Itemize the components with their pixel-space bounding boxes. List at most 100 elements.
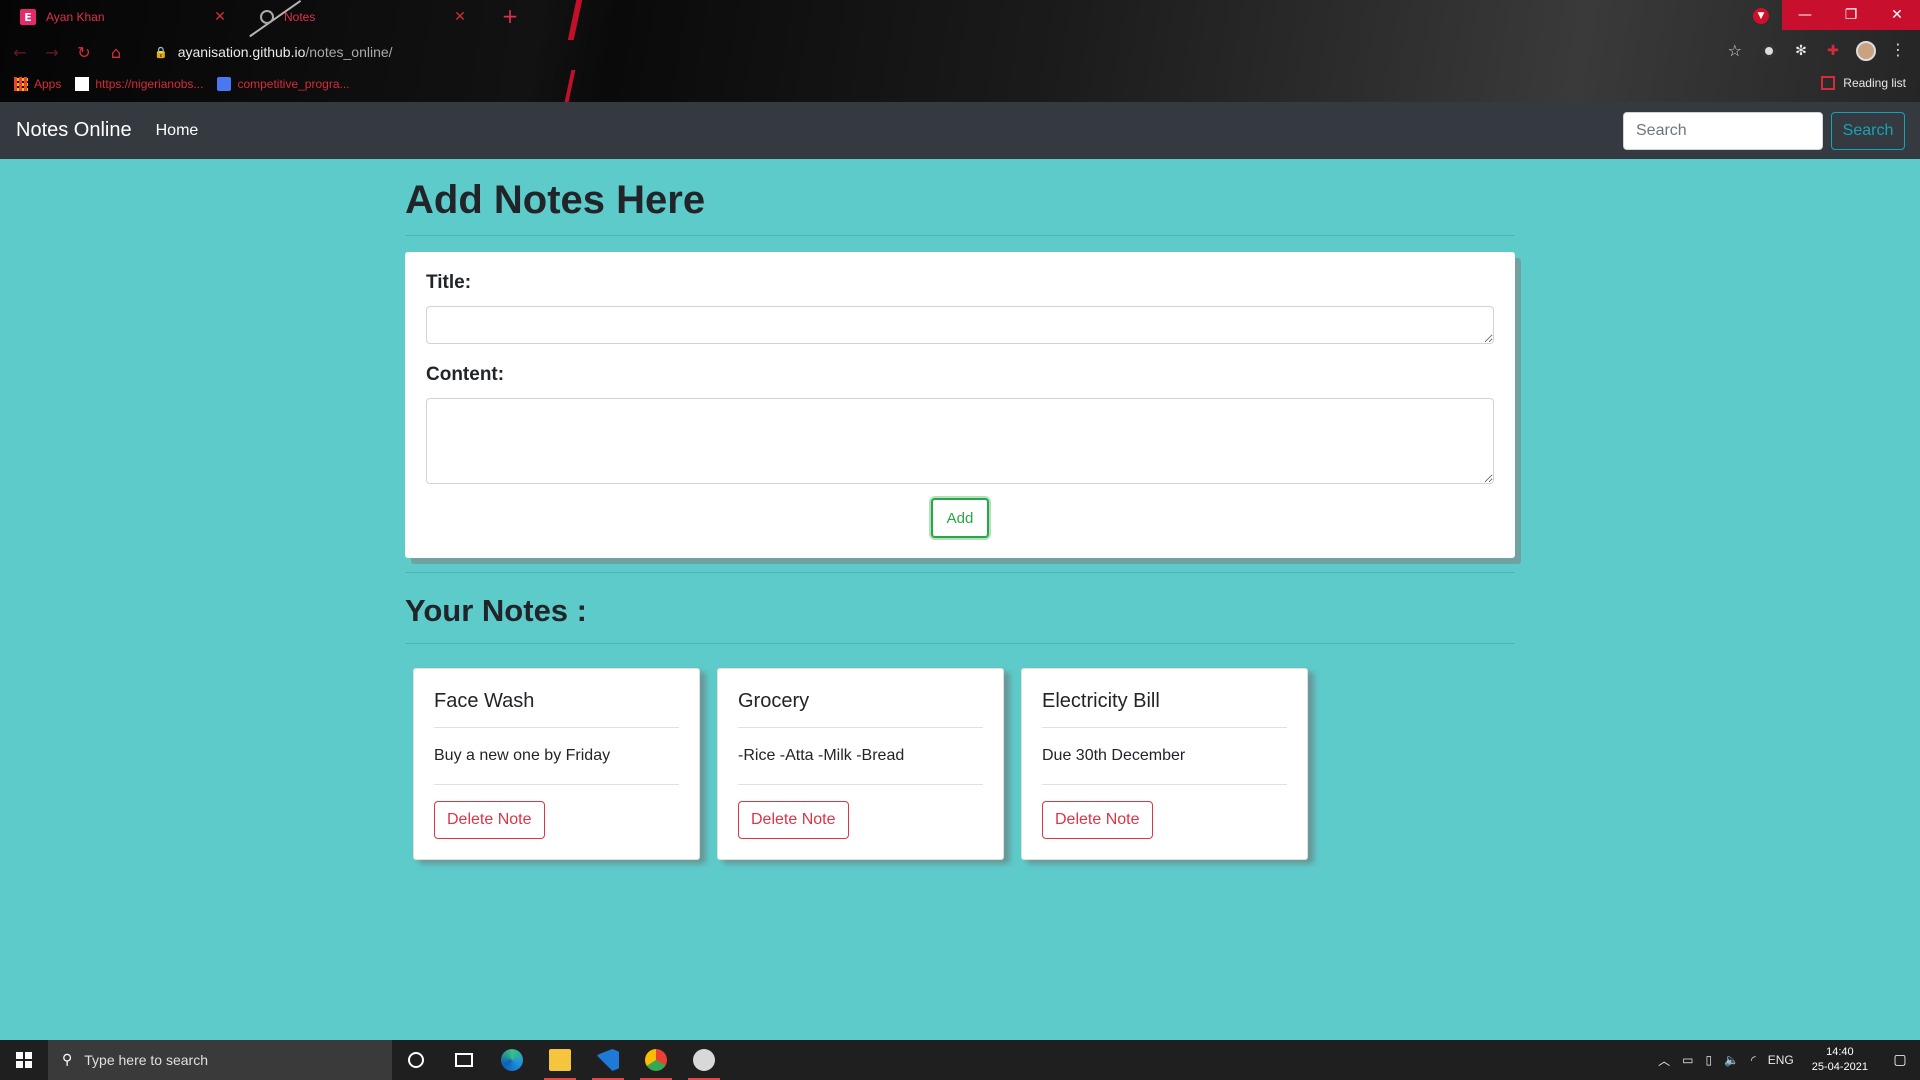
- taskbar-search-placeholder: Type here to search: [84, 1052, 209, 1068]
- clock[interactable]: 14:40 25-04-2021: [1812, 1045, 1868, 1075]
- taskbar: ⚲ Type here to search ︿ ▭ ▯ 🔈 ◜ ENG 14:4…: [0, 1040, 1920, 1080]
- edge-icon: [501, 1049, 523, 1071]
- divider: [405, 643, 1515, 644]
- note-text: -Rice -Atta -Milk -Bread: [738, 747, 905, 764]
- back-icon[interactable]: ←: [8, 40, 32, 64]
- download-icon[interactable]: ▼: [1753, 8, 1769, 24]
- lock-icon: 🔒: [154, 45, 168, 59]
- system-tray: ︿ ▭ ▯ 🔈 ◜ ENG 14:40 25-04-2021 ▢: [1652, 1040, 1920, 1080]
- note-text: Due 30th December: [1042, 747, 1186, 764]
- close-window-button[interactable]: ✕: [1874, 0, 1920, 30]
- chevron-up-icon[interactable]: ︿: [1658, 1052, 1670, 1069]
- menu-icon[interactable]: ⋮: [1890, 40, 1906, 59]
- task-view-button[interactable]: [440, 1040, 488, 1080]
- note-card: Electricity Bill Due 30th December Delet…: [1021, 668, 1308, 860]
- wifi-icon[interactable]: ◜: [1751, 1053, 1756, 1067]
- tab-ayan-khan[interactable]: E Ayan Khan ✕: [0, 0, 238, 34]
- cortana-button[interactable]: [392, 1040, 440, 1080]
- site-navbar: Notes Online Home Search: [0, 102, 1920, 159]
- search-button[interactable]: Search: [1831, 112, 1905, 150]
- gear-extension-icon[interactable]: ✻: [1792, 42, 1810, 60]
- reading-list-icon: [1821, 76, 1836, 90]
- divider: [405, 572, 1515, 573]
- nav-home-link[interactable]: Home: [156, 122, 199, 140]
- address-bar[interactable]: 🔒 ayanisation.github.io/notes_online/ ☆: [140, 38, 1750, 66]
- title-field[interactable]: [426, 306, 1494, 344]
- taskbar-search[interactable]: ⚲ Type here to search: [48, 1040, 392, 1080]
- divider: [1042, 727, 1287, 728]
- content-label: Content:: [426, 364, 505, 385]
- main-container: Add Notes Here Title: Content: Add Your …: [405, 159, 1515, 860]
- forward-icon[interactable]: →: [40, 40, 64, 64]
- avatar[interactable]: [1856, 41, 1876, 61]
- minimize-button[interactable]: —: [1782, 0, 1828, 30]
- clock-date: 25-04-2021: [1811, 1061, 1868, 1073]
- bookmark-label: https://nigerianobs...: [95, 77, 204, 91]
- device-icon[interactable]: ▯: [1705, 1053, 1712, 1067]
- delete-note-button[interactable]: Delete Note: [1042, 801, 1153, 839]
- search-input[interactable]: [1623, 112, 1823, 150]
- task-view-icon: [455, 1053, 473, 1067]
- folder-icon: [549, 1049, 571, 1071]
- clock-time: 14:40: [1826, 1046, 1854, 1058]
- brand[interactable]: Notes Online: [16, 119, 132, 142]
- apps-grid-icon: [14, 77, 28, 91]
- notes-list: Face Wash Buy a new one by Friday Delete…: [413, 668, 1515, 860]
- close-icon[interactable]: ✕: [212, 9, 228, 25]
- close-icon[interactable]: ✕: [452, 9, 468, 25]
- add-button-wrap: Add: [426, 498, 1494, 538]
- reading-list-button[interactable]: Reading list: [1821, 76, 1906, 90]
- chrome-button[interactable]: [632, 1040, 680, 1080]
- notes-heading: Your Notes :: [405, 593, 587, 628]
- note-card: Grocery -Rice -Atta -Milk -Bread Delete …: [717, 668, 1004, 860]
- edge-button[interactable]: [488, 1040, 536, 1080]
- tab-title: Notes: [284, 10, 316, 24]
- divider: [434, 784, 679, 785]
- notification-icon[interactable]: ▢: [1880, 1040, 1920, 1080]
- note-title: Electricity Bill: [1042, 690, 1160, 712]
- tab-bar: E Ayan Khan ✕ Notes ✕ +: [0, 0, 1920, 34]
- vscode-button[interactable]: [584, 1040, 632, 1080]
- browser-chrome: E Ayan Khan ✕ Notes ✕ + ▼ — ❐ ✕ ← → ↻ ⌂ …: [0, 0, 1920, 102]
- paint-button[interactable]: [680, 1040, 728, 1080]
- cortana-icon: [408, 1052, 424, 1068]
- tab-favicon: E: [20, 9, 36, 25]
- file-explorer-button[interactable]: [536, 1040, 584, 1080]
- bookmarks-bar: Apps https://nigerianobs... competitive_…: [0, 72, 1920, 96]
- reload-icon[interactable]: ↻: [72, 40, 96, 64]
- puzzle-icon[interactable]: ✚: [1824, 42, 1842, 60]
- url-host: ayanisation.github.io: [177, 44, 306, 60]
- delete-note-button[interactable]: Delete Note: [738, 801, 849, 839]
- battery-icon[interactable]: ▭: [1682, 1053, 1693, 1067]
- bookmark-favicon-icon: [75, 77, 90, 91]
- divider: [434, 727, 679, 728]
- bookmark-nigerianobs[interactable]: https://nigerianobs...: [75, 77, 203, 91]
- extension-icon[interactable]: [1760, 42, 1778, 60]
- delete-note-button[interactable]: Delete Note: [434, 801, 545, 839]
- new-tab-button[interactable]: +: [500, 6, 520, 27]
- window-controls: — ❐ ✕: [1782, 0, 1920, 30]
- divider: [1042, 784, 1287, 785]
- add-note-button[interactable]: Add: [931, 498, 989, 538]
- note-text: Buy a new one by Friday: [434, 747, 611, 764]
- search-icon: ⚲: [62, 1052, 73, 1068]
- content-field[interactable]: [426, 398, 1494, 484]
- bookmark-apps[interactable]: Apps: [14, 77, 61, 91]
- bookmark-star-icon[interactable]: ☆: [1728, 41, 1742, 60]
- volume-icon[interactable]: 🔈: [1724, 1053, 1739, 1067]
- paint-icon: [693, 1049, 715, 1071]
- start-button[interactable]: [0, 1040, 48, 1080]
- bookmark-label: Apps: [34, 77, 62, 91]
- docs-icon: [217, 77, 232, 91]
- home-icon[interactable]: ⌂: [104, 40, 128, 64]
- url-path: /notes_online/: [305, 44, 393, 60]
- restore-button[interactable]: ❐: [1828, 0, 1874, 30]
- language-indicator[interactable]: ENG: [1768, 1053, 1794, 1067]
- reading-list-label: Reading list: [1843, 76, 1906, 90]
- divider: [738, 784, 983, 785]
- tab-notes[interactable]: Notes ✕: [240, 0, 478, 34]
- page-title: Add Notes Here: [405, 178, 706, 222]
- bookmark-competitive[interactable]: competitive_progra...: [217, 77, 350, 91]
- add-note-card: Title: Content: Add: [405, 252, 1515, 558]
- tab-title: Ayan Khan: [46, 10, 105, 24]
